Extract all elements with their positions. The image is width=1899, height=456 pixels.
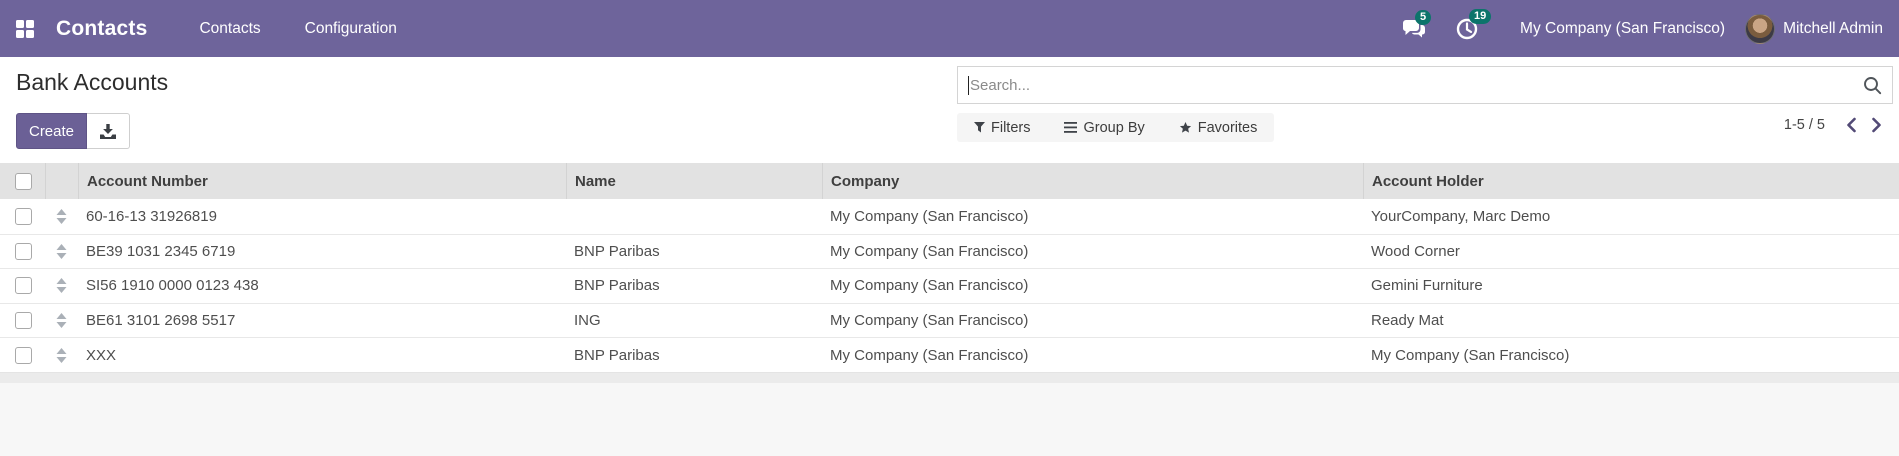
cell-account-holder: My Company (San Francisco) [1371,346,1570,364]
search-input[interactable]: Search... [957,66,1893,104]
user-avatar[interactable] [1745,13,1776,44]
row-select-cell [0,269,45,303]
menu-item-contacts[interactable]: Contacts [197,14,262,44]
drag-handle-icon[interactable] [56,208,67,224]
cell-company: My Company (San Francisco) [830,277,1029,295]
cell-account-holder: Wood Corner [1371,242,1460,260]
table-footer-strip [0,372,1899,383]
cell-company: My Company (San Francisco) [830,242,1029,260]
row-select-cell [0,338,45,372]
row-checkbox[interactable] [15,346,32,364]
row-checkbox[interactable] [15,277,32,295]
table-row[interactable]: XXX BNP Paribas My Company (San Francisc… [0,337,1899,372]
topbar-right: 5 19 My Company (San Francisco) Mitchell… [1372,8,1883,44]
page-background [0,382,1899,456]
column-header-company[interactable]: Company [822,163,1363,199]
search-options-bar: Filters Group By Favorites [957,113,1275,142]
row-handle-cell [45,338,78,372]
cell-company: My Company (San Francisco) [830,207,1029,225]
table-row[interactable]: BE61 3101 2698 5517 ING My Company (San … [0,302,1899,338]
cell-company: My Company (San Francisco) [830,346,1029,364]
pager-previous-button[interactable] [1843,115,1860,135]
cell-account-number: SI56 1910 0000 0123 438 [86,277,259,295]
drag-handle-icon[interactable] [56,243,67,259]
activities-count-badge: 19 [1469,8,1492,24]
chevron-right-icon [1872,117,1881,133]
cell-name: BNP Paribas [574,242,660,260]
column-header-account-holder[interactable]: Account Holder [1363,163,1899,199]
text-caret [968,75,969,95]
export-button[interactable] [87,113,130,149]
cell-account-number: BE39 1031 2345 6719 [86,242,236,260]
column-header-name[interactable]: Name [566,163,822,199]
cell-company: My Company (San Francisco) [830,312,1029,330]
bank-accounts-list: Account Number Name Company Account Hold… [0,163,1899,456]
cell-account-holder: Gemini Furniture [1371,277,1483,295]
row-handle-cell [45,199,78,234]
table-header-row: Account Number Name Company Account Hold… [0,163,1899,199]
control-panel: Bank Accounts Search... Create Filters G… [0,57,1899,163]
column-header-account-number[interactable]: Account Number [78,163,566,199]
filter-funnel-icon [974,122,985,133]
pager: 1-5 / 5 [1784,115,1885,135]
create-button[interactable]: Create [16,113,87,149]
search-placeholder: Search... [970,76,1031,94]
activities-button[interactable]: 19 [1456,8,1492,40]
drag-handle-icon[interactable] [56,313,67,329]
messages-count-badge: 5 [1415,9,1432,25]
group-by-button[interactable]: Group By [1047,113,1161,142]
cell-account-number: XXX [86,346,117,364]
cell-name: BNP Paribas [574,277,660,295]
row-handle-cell [45,269,78,303]
row-select-cell [0,235,45,269]
favorites-button[interactable]: Favorites [1162,113,1275,142]
cell-name: BNP Paribas [574,346,660,364]
menu-item-configuration[interactable]: Configuration [303,14,399,44]
cell-account-holder: Ready Mat [1371,312,1444,330]
group-by-label: Group By [1083,119,1145,136]
messages-button[interactable]: 5 [1402,9,1432,39]
select-all-checkbox[interactable] [15,172,32,190]
drag-handle-icon[interactable] [56,347,67,363]
filters-button[interactable]: Filters [957,113,1047,142]
row-handle-cell [45,235,78,269]
top-navbar: Contacts Contacts Configuration 5 19 My … [0,0,1899,57]
table-body: 60-16-13 31926819 My Company (San Franci… [0,199,1899,373]
favorites-star-icon [1179,121,1191,133]
export-download-icon [100,123,116,139]
row-checkbox[interactable] [15,207,32,225]
row-select-cell [0,304,45,338]
favorites-label: Favorites [1197,119,1258,136]
chevron-left-icon [1847,117,1856,133]
app-brand[interactable]: Contacts [56,17,147,41]
table-row[interactable]: SI56 1910 0000 0123 438 BNP Paribas My C… [0,268,1899,303]
cell-account-number: 60-16-13 31926819 [86,207,217,225]
group-by-bars-icon [1064,122,1078,133]
user-menu[interactable]: Mitchell Admin [1783,20,1883,38]
pager-range: 1-5 / 5 [1783,117,1825,133]
cell-account-holder: YourCompany, Marc Demo [1371,207,1551,225]
pager-next-button[interactable] [1868,115,1885,135]
cell-name: ING [574,312,601,330]
row-select-cell [0,199,45,234]
row-checkbox[interactable] [15,312,32,330]
search-icon[interactable] [1863,76,1882,95]
cell-account-number: BE61 3101 2698 5517 [86,312,236,330]
list-actions: Create [16,113,130,149]
apps-menu-icon[interactable] [16,19,34,38]
app-menu: Contacts Configuration [197,14,398,44]
company-switcher[interactable]: My Company (San Francisco) [1520,20,1725,38]
row-checkbox[interactable] [15,242,32,260]
row-handle-cell [45,304,78,338]
filters-label: Filters [991,119,1031,136]
drag-handle-icon[interactable] [56,278,67,294]
table-row[interactable]: BE39 1031 2345 6719 BNP Paribas My Compa… [0,233,1899,269]
page-title: Bank Accounts [16,69,169,95]
select-all-cell [0,163,45,199]
handle-header-cell [45,163,78,199]
table-row[interactable]: 60-16-13 31926819 My Company (San Franci… [0,199,1899,234]
